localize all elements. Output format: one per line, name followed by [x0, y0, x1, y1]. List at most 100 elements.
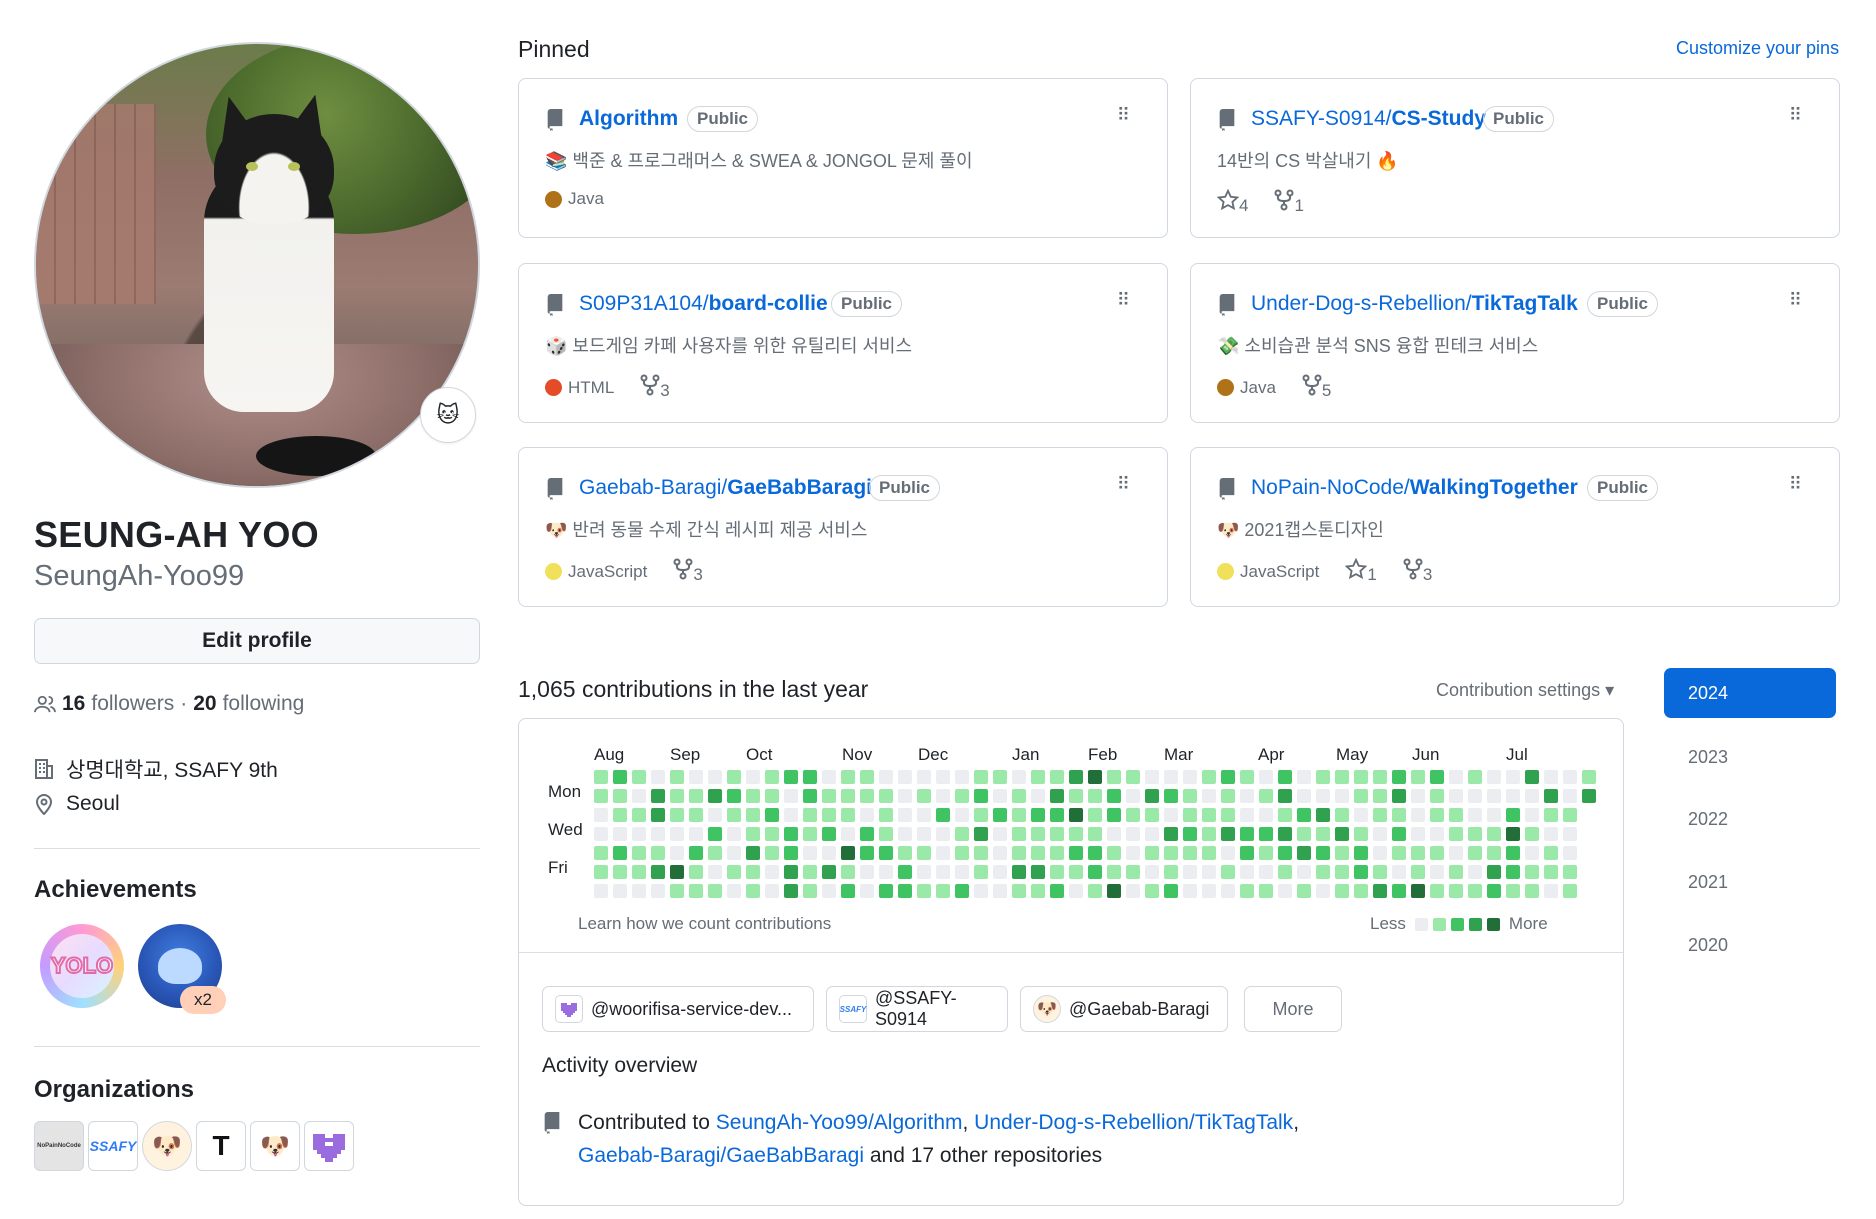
contribution-day-cell[interactable] [974, 865, 988, 879]
contribution-day-cell[interactable] [879, 884, 893, 898]
contribution-day-cell[interactable] [955, 846, 969, 860]
contribution-day-cell[interactable] [1069, 808, 1083, 822]
contribution-day-cell[interactable] [1069, 865, 1083, 879]
contribution-day-cell[interactable] [860, 865, 874, 879]
contribution-day-cell[interactable] [1316, 789, 1330, 803]
contribution-day-cell[interactable] [1316, 846, 1330, 860]
contribution-day-cell[interactable] [936, 865, 950, 879]
contribution-day-cell[interactable] [1202, 884, 1216, 898]
contribution-day-cell[interactable] [727, 827, 741, 841]
contribution-day-cell[interactable] [1449, 884, 1463, 898]
contribution-day-cell[interactable] [841, 770, 855, 784]
contribution-day-cell[interactable] [1487, 789, 1501, 803]
contribution-day-cell[interactable] [1563, 884, 1577, 898]
contribution-day-cell[interactable] [1259, 884, 1273, 898]
contribution-day-cell[interactable] [670, 808, 684, 822]
contribution-day-cell[interactable] [1259, 789, 1273, 803]
contribution-day-cell[interactable] [1544, 865, 1558, 879]
repo-forks[interactable]: 5 [1302, 374, 1331, 401]
contribution-day-cell[interactable] [594, 770, 608, 784]
contribution-day-cell[interactable] [1126, 808, 1140, 822]
contribution-day-cell[interactable] [1031, 789, 1045, 803]
contribution-day-cell[interactable] [1183, 827, 1197, 841]
year-2024-button[interactable]: 2024 [1664, 668, 1836, 718]
contribution-day-cell[interactable] [689, 808, 703, 822]
contribution-day-cell[interactable] [1506, 789, 1520, 803]
contribution-day-cell[interactable] [1563, 808, 1577, 822]
contribution-day-cell[interactable] [1487, 827, 1501, 841]
contribution-day-cell[interactable] [1145, 846, 1159, 860]
contribution-day-cell[interactable] [1506, 846, 1520, 860]
contribution-day-cell[interactable] [1468, 789, 1482, 803]
contribution-day-cell[interactable] [727, 789, 741, 803]
contribution-day-cell[interactable] [1430, 865, 1444, 879]
contribution-day-cell[interactable] [1145, 884, 1159, 898]
contribution-day-cell[interactable] [1563, 789, 1577, 803]
contribution-day-cell[interactable] [993, 827, 1007, 841]
contribution-day-cell[interactable] [1506, 808, 1520, 822]
contribution-day-cell[interactable] [1468, 846, 1482, 860]
contribution-day-cell[interactable] [1430, 884, 1444, 898]
contribution-day-cell[interactable] [1525, 827, 1539, 841]
contribution-day-cell[interactable] [1563, 846, 1577, 860]
contribution-day-cell[interactable] [1297, 865, 1311, 879]
achievement-yolo-badge[interactable]: YOLO [40, 924, 124, 1008]
contribution-day-cell[interactable] [1373, 770, 1387, 784]
contribution-day-cell[interactable] [917, 865, 931, 879]
repo-stars[interactable]: 4 [1216, 188, 1248, 216]
contribution-day-cell[interactable] [860, 884, 874, 898]
contribution-day-cell[interactable] [1392, 846, 1406, 860]
contribution-day-cell[interactable] [1145, 827, 1159, 841]
contribution-day-cell[interactable] [765, 808, 779, 822]
following-link[interactable]: 20 following [193, 692, 304, 716]
contribution-day-cell[interactable] [822, 846, 836, 860]
repo-link[interactable]: Algorithm [579, 107, 678, 131]
contribution-day-cell[interactable] [1278, 770, 1292, 784]
contribution-day-cell[interactable] [727, 884, 741, 898]
contribution-day-cell[interactable] [784, 827, 798, 841]
year-2023-button[interactable]: 2023 [1664, 732, 1836, 782]
contribution-day-cell[interactable] [765, 789, 779, 803]
contribution-day-cell[interactable] [1221, 827, 1235, 841]
contribution-day-cell[interactable] [803, 789, 817, 803]
contribution-day-cell[interactable] [1430, 789, 1444, 803]
contribution-day-cell[interactable] [1335, 865, 1349, 879]
drag-handle-icon[interactable]: ⠿ [1117, 106, 1131, 124]
contribution-day-cell[interactable] [993, 884, 1007, 898]
contribution-day-cell[interactable] [993, 865, 1007, 879]
contribution-day-cell[interactable] [803, 884, 817, 898]
contribution-day-cell[interactable] [1202, 865, 1216, 879]
contribution-day-cell[interactable] [879, 789, 893, 803]
contribution-day-cell[interactable] [1050, 789, 1064, 803]
repo-link[interactable]: NoPain-NoCode/WalkingTogether [1251, 476, 1578, 500]
contribution-day-cell[interactable] [1354, 808, 1368, 822]
contribution-day-cell[interactable] [1525, 789, 1539, 803]
contribution-day-cell[interactable] [1069, 884, 1083, 898]
contribution-day-cell[interactable] [594, 808, 608, 822]
contribution-day-cell[interactable] [1506, 770, 1520, 784]
contribution-day-cell[interactable] [1107, 884, 1121, 898]
contribution-day-cell[interactable] [632, 789, 646, 803]
contribution-day-cell[interactable] [765, 865, 779, 879]
contribution-day-cell[interactable] [746, 846, 760, 860]
contribution-day-cell[interactable] [1525, 846, 1539, 860]
status-emoji-button[interactable]: 🐱 [420, 387, 476, 443]
contribution-day-cell[interactable] [1069, 846, 1083, 860]
contribution-day-cell[interactable] [670, 827, 684, 841]
contribution-day-cell[interactable] [1145, 770, 1159, 784]
contribution-day-cell[interactable] [955, 808, 969, 822]
contribution-day-cell[interactable] [1050, 808, 1064, 822]
contribution-day-cell[interactable] [1316, 884, 1330, 898]
contribution-day-cell[interactable] [1278, 884, 1292, 898]
contribution-day-cell[interactable] [1012, 789, 1026, 803]
contribution-day-cell[interactable] [860, 808, 874, 822]
contribution-day-cell[interactable] [1126, 770, 1140, 784]
contribution-day-cell[interactable] [1506, 884, 1520, 898]
contribution-day-cell[interactable] [1411, 808, 1425, 822]
contribution-day-cell[interactable] [1411, 846, 1425, 860]
contribution-day-cell[interactable] [1031, 884, 1045, 898]
contribution-day-cell[interactable] [784, 846, 798, 860]
contribution-day-cell[interactable] [1164, 827, 1178, 841]
contribution-day-cell[interactable] [841, 827, 855, 841]
contribution-day-cell[interactable] [1259, 808, 1273, 822]
